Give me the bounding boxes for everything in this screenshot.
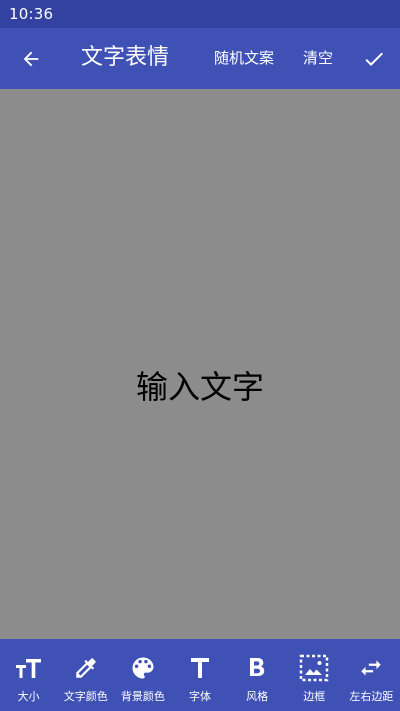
swap-horizontal-icon: [356, 653, 386, 683]
clear-button[interactable]: 清空: [303, 46, 333, 70]
canvas-text[interactable]: 输入文字: [0, 365, 400, 409]
random-text-button[interactable]: 随机文案: [214, 46, 274, 70]
preview-canvas[interactable]: 输入文字: [0, 89, 400, 639]
arrow-back-icon: [23, 51, 39, 67]
tool-side-margin[interactable]: 左右边距: [343, 639, 400, 711]
tool-background-color[interactable]: 背景颜色: [114, 639, 171, 711]
tool-label: 风格: [246, 690, 269, 703]
back-button[interactable]: [14, 42, 48, 76]
tool-border[interactable]: 边框: [286, 639, 343, 711]
app-bar: 文字表情 随机文案 清空: [0, 28, 400, 89]
eyedropper-icon: [71, 653, 101, 683]
status-bar: 10:36: [0, 0, 400, 28]
frame-icon: [299, 653, 329, 683]
tool-size[interactable]: 大小: [0, 639, 57, 711]
status-time: 10:36: [9, 5, 54, 23]
confirm-button[interactable]: [357, 42, 391, 76]
tool-label: 边框: [303, 690, 326, 703]
text-size-icon: [14, 653, 44, 683]
check-icon: [365, 52, 383, 66]
palette-icon: [128, 653, 158, 683]
bottom-toolbar: 大小 文字颜色 背景颜色 字体 风格 边框 左右边距: [0, 639, 400, 711]
tool-label: 背景颜色: [120, 690, 165, 703]
tool-label: 字体: [188, 690, 211, 703]
font-t-icon: [185, 653, 215, 683]
bold-b-icon: [242, 653, 272, 683]
tool-style[interactable]: 风格: [229, 639, 286, 711]
page-title: 文字表情: [81, 45, 170, 70]
tool-label: 文字颜色: [63, 690, 108, 703]
tool-font[interactable]: 字体: [171, 639, 228, 711]
tool-label: 左右边距: [349, 690, 394, 703]
tool-label: 大小: [17, 690, 40, 703]
tool-text-color[interactable]: 文字颜色: [57, 639, 114, 711]
